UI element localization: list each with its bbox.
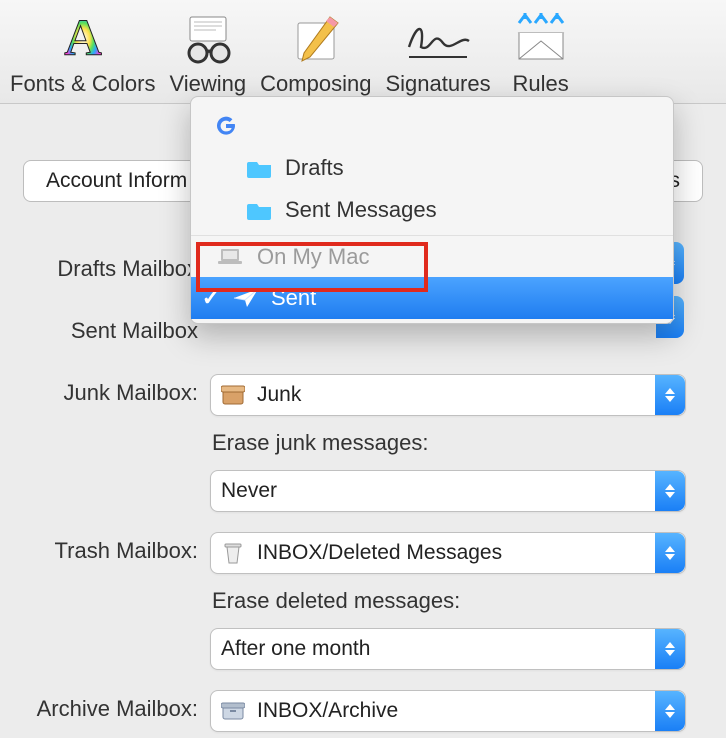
toolbar-viewing[interactable]: Viewing	[166, 9, 251, 97]
row-trash: Trash Mailbox: INBOX/Deleted Messages Er…	[6, 532, 726, 670]
toolbar-composing[interactable]: Composing	[256, 9, 375, 97]
folder-icon	[247, 197, 273, 223]
archive-mailbox-label: Archive Mailbox:	[6, 690, 210, 722]
toolbar-fonts-colors[interactable]: A A Fonts & Colors	[6, 9, 160, 97]
dropdown-account-google[interactable]	[191, 105, 673, 147]
row-junk: Junk Mailbox: Junk Erase junk messages: …	[6, 374, 726, 512]
paper-plane-icon	[233, 285, 259, 311]
dropdown-item-label: Sent	[271, 285, 316, 311]
junk-mailbox-value: Junk	[257, 383, 301, 407]
erase-junk-label: Erase junk messages:	[212, 430, 686, 456]
junk-mailbox-popup[interactable]: Junk	[210, 374, 686, 416]
folder-icon	[247, 155, 273, 181]
dropdown-section-on-my-mac: On My Mac	[191, 235, 673, 277]
erase-deleted-value: After one month	[221, 637, 370, 661]
archive-mailbox-value: INBOX/Archive	[257, 699, 398, 723]
erase-deleted-popup[interactable]: After one month	[210, 628, 686, 670]
trash-mailbox-popup[interactable]: INBOX/Deleted Messages	[210, 532, 686, 574]
signatures-icon	[402, 9, 474, 69]
toolbar-label: Rules	[513, 71, 569, 97]
toolbar-signatures[interactable]: Signatures	[381, 9, 494, 97]
toolbar-rules[interactable]: Rules	[501, 9, 581, 97]
erase-junk-popup[interactable]: Never	[210, 470, 686, 512]
trash-mailbox-label: Trash Mailbox:	[6, 532, 210, 564]
tab-account-information[interactable]: Account Inform	[24, 161, 210, 201]
dropdown-section-label: On My Mac	[257, 244, 369, 270]
composing-icon	[280, 9, 352, 69]
stepper-icon	[655, 533, 685, 573]
trash-mailbox-value: INBOX/Deleted Messages	[257, 541, 502, 565]
stepper-icon	[655, 375, 685, 415]
archive-mailbox-popup[interactable]: INBOX/Archive	[210, 690, 686, 732]
drafts-mailbox-label: Drafts Mailbox	[6, 250, 210, 282]
toolbar-label: Composing	[260, 71, 371, 97]
viewing-icon	[172, 9, 244, 69]
dropdown-item-sent-messages[interactable]: Sent Messages	[191, 189, 673, 231]
sent-mailbox-dropdown: Drafts Sent Messages On My Mac ✓ Sent	[190, 96, 674, 324]
trash-can-icon	[221, 541, 245, 565]
rules-icon	[505, 9, 577, 69]
row-archive: Archive Mailbox: INBOX/Archive	[6, 690, 726, 732]
erase-deleted-label: Erase deleted messages:	[212, 588, 686, 614]
toolbar-label: Signatures	[385, 71, 490, 97]
stepper-icon	[655, 691, 685, 731]
checkmark-icon: ✓	[201, 285, 221, 311]
dropdown-item-label: Sent Messages	[285, 197, 437, 223]
preferences-toolbar: A A Fonts & Colors Viewing	[0, 0, 726, 104]
dropdown-item-drafts[interactable]: Drafts	[191, 147, 673, 189]
fonts-colors-icon: A A	[47, 9, 119, 69]
junk-box-icon	[221, 383, 245, 407]
dropdown-item-label: Drafts	[285, 155, 344, 181]
stepper-icon	[655, 471, 685, 511]
google-icon	[213, 113, 239, 139]
dropdown-item-sent-selected[interactable]: ✓ Sent	[191, 277, 673, 319]
archive-box-icon	[221, 699, 245, 723]
toolbar-label: Viewing	[170, 71, 247, 97]
laptop-icon	[217, 244, 243, 270]
erase-junk-value: Never	[221, 479, 277, 503]
toolbar-label: Fonts & Colors	[10, 71, 156, 97]
stepper-icon	[655, 629, 685, 669]
svg-text:A: A	[64, 13, 102, 65]
sent-mailbox-label: Sent Mailbox	[6, 312, 210, 344]
junk-mailbox-label: Junk Mailbox:	[6, 374, 210, 406]
